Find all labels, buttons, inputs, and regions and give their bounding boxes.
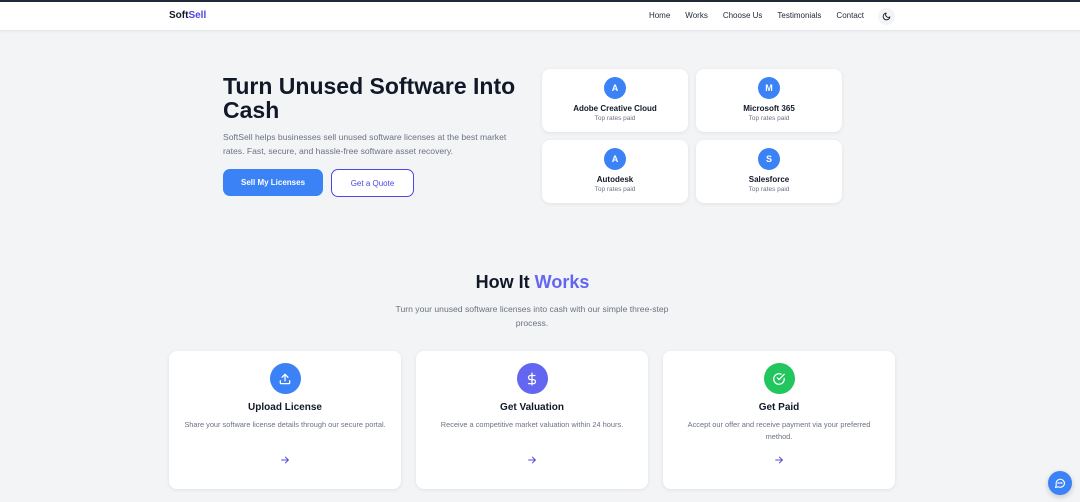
chat-icon bbox=[1054, 478, 1066, 489]
partner-name: Autodesk bbox=[596, 175, 634, 184]
partner-note: Top rates paid bbox=[594, 115, 636, 122]
nav-links: Home Works Choose Us Testimonials Contac… bbox=[649, 11, 864, 20]
step-description: Accept our offer and receive payment via… bbox=[687, 420, 871, 441]
moon-icon bbox=[882, 12, 891, 21]
partner-name: Salesforce bbox=[748, 175, 790, 184]
partner-card: S Salesforce Top rates paid bbox=[696, 140, 842, 203]
partner-note: Top rates paid bbox=[594, 186, 636, 193]
dollar-icon bbox=[516, 363, 548, 394]
get-quote-button[interactable]: Get a Quote bbox=[331, 169, 414, 197]
nav-link-works[interactable]: Works bbox=[685, 11, 708, 20]
avatar: A bbox=[604, 148, 626, 170]
nav-link-choose-us[interactable]: Choose Us bbox=[723, 11, 763, 20]
logo[interactable]: SoftSell bbox=[169, 10, 206, 21]
partner-note: Top rates paid bbox=[748, 186, 790, 193]
hero-subtitle: SoftSell helps businesses sell unused so… bbox=[223, 132, 507, 156]
avatar: A bbox=[604, 77, 626, 99]
arrow-right-icon[interactable] bbox=[280, 455, 290, 465]
arrow-right-icon[interactable] bbox=[774, 455, 784, 465]
nav-link-contact[interactable]: Contact bbox=[836, 11, 864, 20]
upload-icon bbox=[269, 363, 301, 394]
nav-link-home[interactable]: Home bbox=[649, 11, 670, 20]
avatar: S bbox=[758, 148, 780, 170]
partner-note: Top rates paid bbox=[748, 115, 790, 122]
step-title: Get Valuation bbox=[500, 402, 564, 413]
partner-card: A Adobe Creative Cloud Top rates paid bbox=[542, 69, 688, 132]
navbar: SoftSell Home Works Choose Us Testimonia… bbox=[0, 2, 1080, 31]
avatar: M bbox=[758, 77, 780, 99]
step-title: Upload License bbox=[248, 402, 322, 413]
step-card-paid: Get Paid Accept our offer and receive pa… bbox=[663, 351, 895, 489]
partner-name: Microsoft 365 bbox=[743, 104, 795, 113]
partner-card: M Microsoft 365 Top rates paid bbox=[696, 69, 842, 132]
arrow-right-icon[interactable] bbox=[527, 455, 537, 465]
partner-name: Adobe Creative Cloud bbox=[573, 104, 657, 113]
hero-title: Turn Unused Software Into Cash bbox=[223, 73, 516, 123]
theme-toggle-button[interactable] bbox=[878, 8, 895, 25]
sell-licenses-button[interactable]: Sell My Licenses bbox=[223, 169, 323, 196]
partner-card: A Autodesk Top rates paid bbox=[542, 140, 688, 203]
nav-link-testimonials[interactable]: Testimonials bbox=[777, 11, 821, 20]
chat-button[interactable] bbox=[1048, 471, 1072, 495]
section-subtitle: Turn your unused software licenses into … bbox=[395, 304, 669, 328]
step-description: Receive a competitive market valuation w… bbox=[440, 420, 624, 429]
step-card-upload: Upload License Share your software licen… bbox=[169, 351, 401, 489]
step-card-valuation: Get Valuation Receive a competitive mark… bbox=[416, 351, 648, 489]
check-circle-icon bbox=[763, 363, 795, 394]
step-description: Share your software license details thro… bbox=[184, 420, 386, 429]
section-title: How It Works bbox=[475, 272, 590, 292]
step-title: Get Paid bbox=[758, 402, 800, 413]
